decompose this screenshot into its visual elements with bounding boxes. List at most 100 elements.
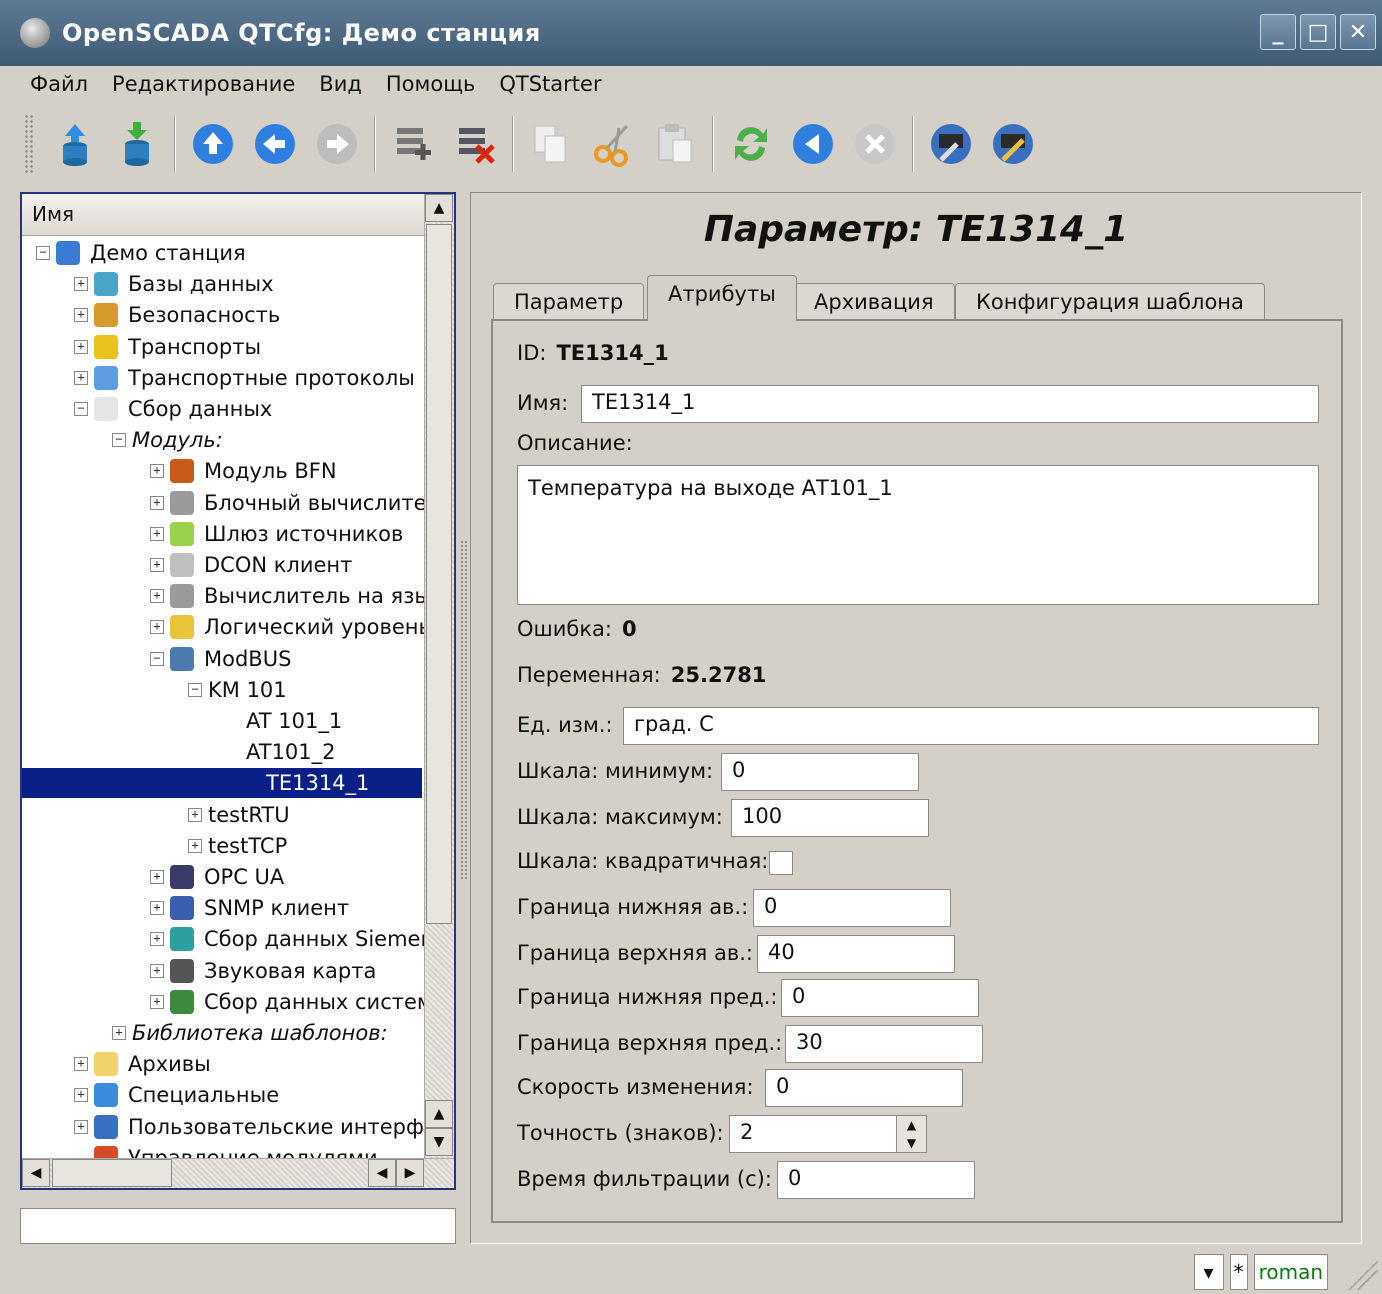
description-field[interactable]: Температура на выходе АТ101_1 [517, 465, 1319, 605]
tree-item[interactable]: AT 101_1 [226, 706, 342, 736]
menu-file[interactable]: Файл [30, 72, 88, 96]
collapse-icon[interactable]: − [188, 682, 202, 697]
navigation-tree[interactable]: Имя − Демо станция + Базы данных + Безопаснос… [20, 192, 456, 1190]
scroll-down-button[interactable]: ▼ [425, 1128, 453, 1156]
tree-item[interactable]: + Сбор данных Siemens [150, 924, 424, 954]
forward-button[interactable] [306, 111, 368, 177]
close-button[interactable]: ✕ [1340, 14, 1376, 50]
tree-item[interactable]: + Модуль BFN [150, 456, 337, 486]
config-button[interactable] [920, 111, 982, 177]
status-bar-field[interactable] [20, 1208, 456, 1244]
expand-icon[interactable]: + [188, 838, 202, 853]
name-field[interactable]: TE1314_1 [581, 385, 1319, 423]
expand-icon[interactable]: + [150, 620, 164, 635]
db-load-button[interactable] [44, 111, 106, 177]
add-item-button[interactable] [382, 111, 444, 177]
scale-sqr-checkbox[interactable] [769, 851, 793, 875]
expand-icon[interactable]: + [74, 339, 88, 354]
expand-icon[interactable]: + [150, 994, 164, 1009]
toolbar-grip[interactable] [24, 114, 34, 174]
tree-item[interactable]: − Сбор данных [74, 394, 272, 424]
scroll-up-button-lower[interactable]: ▲ [425, 1100, 453, 1128]
user-label[interactable]: roman [1253, 1254, 1328, 1290]
expand-icon[interactable]: + [150, 558, 164, 572]
tab-archiving[interactable]: Архивация [793, 283, 955, 321]
expand-icon[interactable]: + [150, 932, 164, 947]
horizontal-scroll-thumb[interactable] [52, 1159, 172, 1187]
collapse-icon[interactable]: − [150, 651, 164, 666]
collapse-icon[interactable]: − [112, 433, 126, 448]
tree-item[interactable]: + Пользовательские интерфейсы [74, 1112, 424, 1142]
tree-item[interactable]: + Транспортные протоколы [74, 363, 415, 393]
spin-up-button[interactable]: ▲ [897, 1116, 926, 1134]
tree-item[interactable]: TE1314_1 [22, 768, 422, 799]
scroll-up-button[interactable]: ▲ [425, 194, 453, 222]
filter-field[interactable]: 0 [777, 1161, 975, 1199]
tree-item[interactable]: + Транспорты [74, 332, 261, 362]
hi-alarm-field[interactable]: 40 [757, 935, 955, 973]
tree-item[interactable]: + Библиотека шаблонов: [112, 1018, 388, 1048]
tree-item[interactable]: − Демо станция [36, 238, 246, 268]
copy-button[interactable] [520, 111, 582, 177]
tab-template-config[interactable]: Конфигурация шаблона [955, 283, 1265, 321]
expand-icon[interactable]: + [150, 963, 164, 978]
maximize-button[interactable]: □ [1300, 14, 1336, 50]
collapse-icon[interactable]: − [74, 402, 88, 416]
menu-qtstarter[interactable]: QTStarter [499, 72, 601, 96]
tree-item[interactable]: + Безопасность [74, 300, 280, 330]
expand-icon[interactable]: + [74, 1088, 88, 1103]
expand-icon[interactable]: + [74, 370, 88, 385]
back-button[interactable] [244, 111, 306, 177]
tree-item[interactable]: − ModBUS [150, 644, 291, 674]
paste-button[interactable] [644, 111, 706, 177]
refresh-button[interactable] [720, 111, 782, 177]
tree-item[interactable]: + Специальные [74, 1080, 279, 1110]
lo-alarm-field[interactable]: 0 [753, 889, 951, 927]
hi-warn-field[interactable]: 30 [785, 1025, 983, 1063]
tree-item[interactable]: + Архивы [74, 1049, 211, 1079]
tree-item[interactable]: AT101_2 [226, 737, 336, 767]
expand-icon[interactable]: + [150, 495, 164, 510]
tab-parameter[interactable]: Параметр [493, 283, 645, 321]
scroll-thumb[interactable] [426, 224, 452, 924]
scale-min-field[interactable]: 0 [721, 753, 919, 791]
speed-field[interactable]: 0 [765, 1069, 963, 1107]
tree-item[interactable]: + Блочный вычислитель [150, 488, 424, 518]
unit-field[interactable]: град. С [623, 707, 1319, 745]
scroll-right-button[interactable]: ▶ [396, 1159, 424, 1187]
tree-column-header[interactable]: Имя [22, 194, 424, 236]
expand-icon[interactable]: + [112, 1026, 126, 1040]
expand-icon[interactable]: + [74, 1057, 88, 1072]
status-dropdown-button[interactable]: ▾ [1193, 1254, 1224, 1290]
tab-attributes[interactable]: Атрибуты [647, 275, 797, 321]
scroll-left-button[interactable]: ◀ [22, 1159, 50, 1187]
tree-item[interactable]: + Базы данных [74, 269, 274, 299]
menu-view[interactable]: Вид [319, 72, 362, 96]
expand-icon[interactable]: + [150, 870, 164, 884]
scroll-left-button-right[interactable]: ◀ [368, 1159, 396, 1187]
panel-splitter[interactable] [460, 540, 468, 880]
expand-icon[interactable]: + [150, 901, 164, 916]
minimize-button[interactable]: _ [1260, 14, 1296, 50]
expand-icon[interactable]: + [74, 1119, 88, 1134]
expand-icon[interactable]: + [74, 308, 88, 323]
tree-item[interactable]: + testTCP [188, 831, 287, 861]
delete-item-button[interactable] [444, 111, 506, 177]
expand-icon[interactable]: + [188, 807, 202, 822]
resize-grip[interactable] [1348, 1260, 1378, 1290]
tree-item[interactable]: − KM 101 [188, 675, 287, 705]
stop-button[interactable] [844, 111, 906, 177]
expand-icon[interactable]: + [150, 589, 164, 604]
tree-item[interactable]: + Шлюз источников [150, 519, 403, 549]
expand-icon[interactable]: + [150, 464, 164, 479]
tree-item[interactable]: + Логический уровень [150, 612, 424, 642]
start-button[interactable] [782, 111, 844, 177]
tree-item[interactable]: + Звуковая карта [150, 956, 376, 986]
tree-item[interactable]: + testRTU [188, 800, 290, 830]
tree-item[interactable]: + Сбор данных системы [150, 987, 424, 1017]
tree-item[interactable]: + Вычислитель на языке [150, 581, 424, 611]
expand-icon[interactable]: + [150, 526, 164, 541]
tree-item[interactable]: + SNMP клиент [150, 893, 349, 923]
spin-down-button[interactable]: ▼ [897, 1134, 926, 1152]
menu-edit[interactable]: Редактирование [112, 72, 295, 96]
